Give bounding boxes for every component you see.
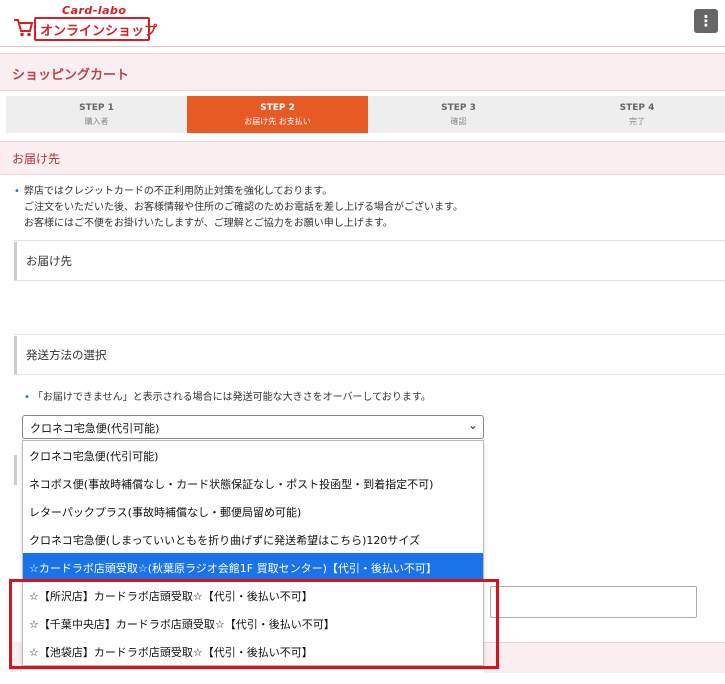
step-sub: 購入者 <box>84 117 109 126</box>
step-title: STEP 1 <box>79 103 114 113</box>
dropdown-option[interactable]: クロネコ宅急便(代引可能) <box>23 441 483 469</box>
divider <box>14 280 725 281</box>
shop-logo[interactable]: Card-labo オンラインショップ <box>8 4 157 41</box>
delivery-section-bar: お届け先 <box>0 141 725 175</box>
option-text: ☆カードラボ店頭受取☆(秋葉原ラジオ会館1F 買取センター)【代引・後払い不可】 <box>29 562 437 575</box>
more-vertical-icon: ⋮ <box>698 12 714 30</box>
brand-box: オンラインショップ <box>34 17 157 41</box>
shipping-note-text: 「お届けできません」と表示される場合には発送可能な大きさをオーバーしております。 <box>32 392 431 403</box>
dropdown-option-selected[interactable]: ☆カードラボ店頭受取☆(秋葉原ラジオ会館1F 買取センター)【代引・後払い不可】 <box>23 553 483 581</box>
shipping-note: • 「お届けできません」と表示される場合には発送可能な大きさをオーバーしております… <box>24 388 431 403</box>
section-title: お届け先 <box>12 152 61 166</box>
notice-line-3: お客様にはご不便をお掛けいたしますが、ご理解とご協力をお願い申し上げます。 <box>24 218 393 229</box>
shipping-method-select[interactable]: クロネコ宅急便(代引可能) ⌄ <box>22 415 484 439</box>
step-sub: 確認 <box>450 117 467 126</box>
dropdown-option[interactable]: クロネコ宅急便(しまっていいともを折り曲げずに発送希望はこちら)120サイズ <box>23 525 483 553</box>
checkout-steps: STEP 1 購入者 STEP 2 お届け先 お支払い STEP 3 確認 ST… <box>6 96 725 133</box>
option-text: ネコポス便(事故時補償なし・カード状態保証なし・ポスト投函型・到着指定不可) <box>29 478 434 491</box>
step-sub: お届け先 お支払い <box>244 117 311 126</box>
divider <box>14 334 725 335</box>
notice-line-2: ご注文をいただいた後、お客様情報や住所のご確認のためお電話を差し上げる場合がござ… <box>24 202 463 213</box>
brand-top-text: Card-labo <box>62 4 127 17</box>
divider <box>14 240 725 241</box>
option-text: クロネコ宅急便(代引可能) <box>29 450 159 463</box>
subheading-text: 発送方法の選択 <box>26 348 107 362</box>
option-text: クロネコ宅急便(しまっていいともを折り曲げずに発送希望はこちら)120サイズ <box>29 534 421 547</box>
option-text: レターパックプラス(事故時補償なし・郵便局留め可能) <box>29 506 302 519</box>
menu-button[interactable]: ⋮ <box>694 9 718 33</box>
step-sub: 完了 <box>629 117 645 126</box>
bullet-icon: • <box>14 186 20 197</box>
brand-main-text: オンラインショップ <box>40 24 158 39</box>
notice-line-1: 弊店ではクレジットカードの不正利用防止対策を強化しております。 <box>23 186 333 197</box>
chevron-down-icon: ⌄ <box>467 418 478 432</box>
dropdown-option[interactable]: ネコポス便(事故時補償なし・カード状態保証なし・ポスト投函型・到着指定不可) <box>23 469 483 497</box>
cart-logo-icon <box>14 19 34 37</box>
step-title: STEP 3 <box>441 103 476 113</box>
delivery-subheading: お届け先 <box>14 242 725 280</box>
step-1: STEP 1 購入者 <box>6 96 187 133</box>
annotation-highlight-box <box>9 579 499 669</box>
divider <box>14 374 725 375</box>
shipping-subheading: 発送方法の選択 <box>14 336 725 374</box>
comment-textarea[interactable] <box>490 586 697 618</box>
section-marker <box>14 455 17 485</box>
select-value: クロネコ宅急便(代引可能) <box>30 422 160 435</box>
step-4: STEP 4 完了 <box>549 96 725 133</box>
step-2-active: STEP 2 お届け先 お支払い <box>187 96 368 133</box>
step-title: STEP 4 <box>619 103 655 113</box>
subheading-text: お届け先 <box>26 254 72 268</box>
dropdown-option[interactable]: レターパックプラス(事故時補償なし・郵便局留め可能) <box>23 497 483 525</box>
bullet-icon: • <box>24 392 30 403</box>
step-3: STEP 3 確認 <box>368 96 549 133</box>
section-bar <box>484 642 725 673</box>
cart-title-bar: ショッピングカート <box>0 53 725 91</box>
site-header: Card-labo オンラインショップ ⋮ <box>0 0 725 47</box>
page-title: ショッピングカート <box>12 68 130 83</box>
security-notice: • 弊店ではクレジットカードの不正利用防止対策を強化しております。 ご注文をいただ… <box>14 184 463 232</box>
step-title: STEP 2 <box>260 103 295 113</box>
